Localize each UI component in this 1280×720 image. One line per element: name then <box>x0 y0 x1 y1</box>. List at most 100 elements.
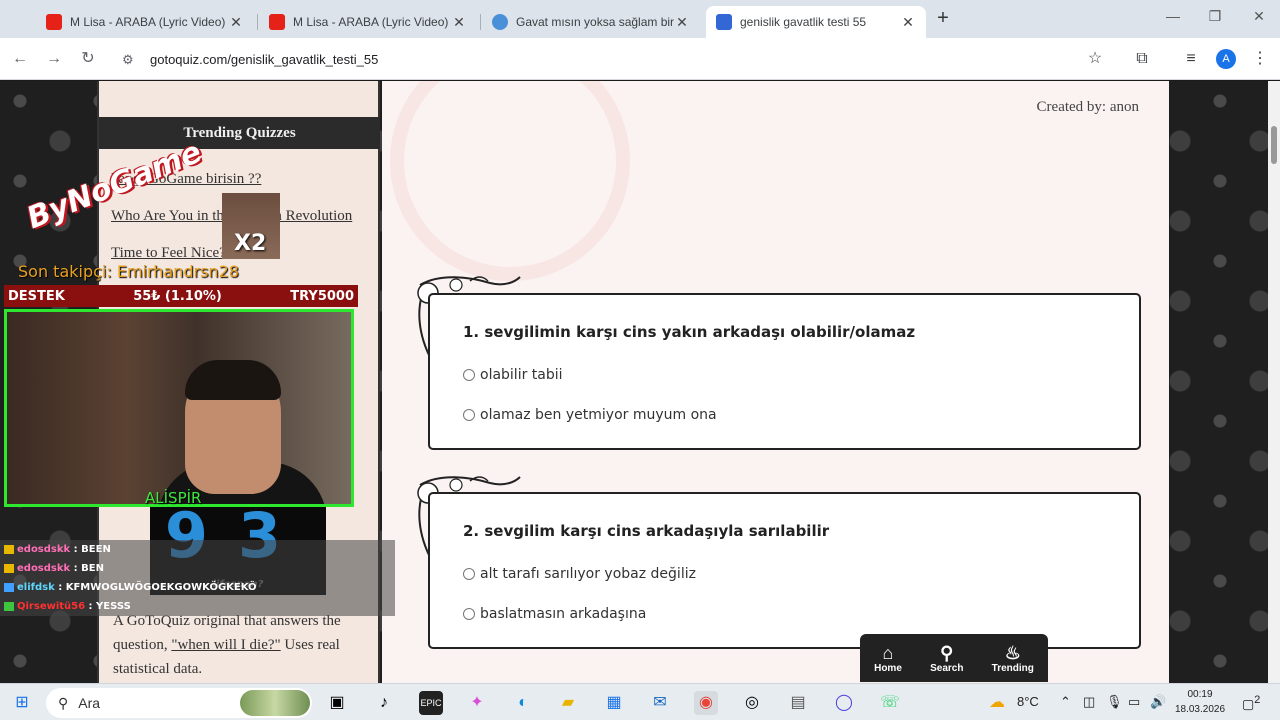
search-button[interactable]: ⚲ Search <box>930 643 963 674</box>
tab-active[interactable]: genislik gavatlik testi 55 ✕ <box>706 6 926 38</box>
whatsapp-icon[interactable]: ☏ <box>878 691 902 715</box>
answer-option[interactable]: olamaz ben yetmiyor muyum ona <box>463 407 717 423</box>
option-label: olabilir tabii <box>480 367 563 383</box>
task-view-icon[interactable]: ▣ <box>325 691 349 715</box>
clock-date: 18.03.2026 <box>1174 704 1226 715</box>
menu-icon[interactable]: ⋮ <box>1249 48 1271 70</box>
restore-icon[interactable]: ❐ <box>1200 8 1230 25</box>
question-title: 1. sevgilimin karşı cins yakın arkadaşı … <box>463 323 916 341</box>
answer-option[interactable]: olabilir tabii <box>463 367 563 383</box>
question-card: 2. sevgilim karşı cins arkadaşıyla sarıl… <box>428 492 1141 649</box>
radio-button[interactable] <box>463 568 475 580</box>
back-icon[interactable]: ← <box>9 48 31 70</box>
search-icon: ⚲ <box>940 642 954 663</box>
home-icon: ⌂ <box>882 642 894 663</box>
close-icon[interactable]: ✕ <box>451 14 467 31</box>
windows-start-icon[interactable]: ⊞ <box>10 691 34 715</box>
site-info-icon[interactable]: ⚙ <box>122 52 138 67</box>
desc-link[interactable]: "when will I die?" <box>171 637 280 653</box>
tab-title: M Lisa - ARABA (Lyric Video) - Y <box>293 15 451 29</box>
trending-title: Trending Quizzes <box>99 117 380 149</box>
decor-ring <box>390 81 630 281</box>
show-hidden-icons-icon[interactable]: ⌃ <box>1060 694 1071 710</box>
answer-option[interactable]: alt tarafı sarılıyor yobaz değiliz <box>463 566 696 582</box>
tab-3[interactable]: Gavat mısın yoksa sağlam bir g ✕ <box>482 6 700 38</box>
youtube-icon <box>269 14 285 30</box>
trending-list: hangi GoGame birisin ?? Who Are You in t… <box>105 161 371 272</box>
file-explorer-icon[interactable]: ▰ <box>556 691 580 715</box>
scroll-thumb[interactable] <box>1271 126 1277 164</box>
microphone-icon[interactable]: 🎙 <box>1106 694 1123 710</box>
page-scrollbar[interactable] <box>1268 81 1280 683</box>
tab-title: M Lisa - ARABA (Lyric Video) - Y <box>70 15 228 29</box>
address-bar: ← → ↻ ⚙ gotoquiz.com/genislik_gavatlik_t… <box>0 38 1280 80</box>
profile-avatar[interactable]: A <box>1216 49 1236 69</box>
bookmark-star-icon[interactable]: ☆ <box>1084 48 1106 70</box>
search-highlight-image <box>240 690 310 716</box>
temperature: 8°C <box>1017 694 1039 709</box>
trending-link[interactable]: Time to Feel Nice? <box>105 235 371 272</box>
left-sidebar: Trending Quizzes hangi GoGame birisin ??… <box>97 81 380 683</box>
taskbar-search-placeholder: Ara <box>78 695 101 711</box>
trending-link[interactable]: hangi GoGame birisin ?? <box>105 161 371 198</box>
created-by: Created by: anon <box>1036 99 1139 115</box>
youtube-icon <box>46 14 62 30</box>
trending-button[interactable]: ♨ Trending <box>992 643 1034 674</box>
question-title: 2. sevgilim karşı cins arkadaşıyla sarıl… <box>463 522 830 540</box>
home-label: Home <box>874 662 902 674</box>
answer-option[interactable]: baslatmasın arkadaşına <box>463 606 646 622</box>
home-button[interactable]: ⌂ Home <box>874 643 902 674</box>
obs-icon[interactable]: ◎ <box>740 691 764 715</box>
close-icon[interactable]: ✕ <box>674 14 690 31</box>
reload-icon[interactable]: ↻ <box>77 48 99 70</box>
extensions-icon[interactable]: ⧉ <box>1131 48 1153 70</box>
store-icon[interactable]: ▦ <box>602 691 626 715</box>
url-field[interactable]: ⚙ gotoquiz.com/genislik_gavatlik_testi_5… <box>110 44 1114 74</box>
app-icon[interactable]: ◯ <box>832 691 856 715</box>
radio-button[interactable] <box>463 409 475 421</box>
notifications-icon[interactable]: ▢2 <box>1242 694 1260 712</box>
volume-icon[interactable]: 🔊 <box>1150 694 1166 710</box>
search-icon: ⚲ <box>58 694 69 711</box>
taskbar-search[interactable]: ⚲ Ara <box>46 688 312 718</box>
calculator-icon[interactable]: ▤ <box>786 691 810 715</box>
tab-title: genislik gavatlik testi 55 <box>740 15 867 29</box>
url-text: gotoquiz.com/genislik_gavatlik_testi_55 <box>150 51 379 67</box>
clock-time: 00:19 <box>1187 689 1213 700</box>
quiz-main: Created by: anon 1. sevgilimin karşı cin… <box>382 81 1169 683</box>
quick-nav-bar: ⌂ Home ⚲ Search ♨ Trending <box>860 634 1048 682</box>
tab-2[interactable]: M Lisa - ARABA (Lyric Video) - Y ✕ <box>259 6 477 38</box>
question-card: 1. sevgilimin karşı cins yakın arkadaşı … <box>428 293 1141 450</box>
tab-1[interactable]: M Lisa - ARABA (Lyric Video) - Y ✕ <box>36 6 254 38</box>
close-window-icon[interactable]: ✕ <box>1244 8 1274 25</box>
edge-icon[interactable]: ◐ <box>511 691 535 715</box>
notification-count: 2 <box>1254 694 1261 706</box>
flame-icon: ♨ <box>1004 642 1021 663</box>
media-control-icon[interactable]: ≡ <box>1180 48 1202 70</box>
radio-button[interactable] <box>463 608 475 620</box>
outlook-icon[interactable]: ✉ <box>648 691 672 715</box>
option-label: olamaz ben yetmiyor muyum ona <box>480 407 717 423</box>
option-label: alt tarafı sarılıyor yobaz değiliz <box>480 566 696 582</box>
new-tab-button[interactable]: + <box>932 8 954 30</box>
tiktok-icon[interactable]: ♪ <box>372 691 396 715</box>
web-page: Trending Quizzes hangi GoGame birisin ??… <box>0 81 1280 683</box>
taskbar: ⊞ ⚲ Ara ▣ ♪ EPIC ✦ ◐ ▰ ▦ ✉ ◉ ◎ ▤ ◯ ☏ ☁ 8… <box>0 683 1280 720</box>
tab-title: Gavat mısın yoksa sağlam bir g <box>516 15 674 29</box>
search-label: Search <box>930 662 964 674</box>
radio-button[interactable] <box>463 369 475 381</box>
epic-games-icon[interactable]: EPIC <box>419 691 443 715</box>
forward-icon[interactable]: → <box>43 48 65 70</box>
option-label: baslatmasın arkadaşına <box>480 606 647 622</box>
trending-label: Trending <box>991 662 1034 674</box>
trending-link[interactable]: Who Are You in the Russian Revolution <box>105 198 371 235</box>
tray-icon[interactable]: ◫ <box>1083 694 1095 710</box>
network-icon[interactable]: ▭ <box>1128 694 1140 710</box>
close-icon[interactable]: ✕ <box>228 14 244 31</box>
close-icon[interactable]: ✕ <box>900 14 916 31</box>
site-icon <box>492 14 508 30</box>
system-clock[interactable]: 00:19 18.03.2026 <box>1172 687 1228 717</box>
chrome-icon[interactable]: ◉ <box>694 691 718 715</box>
copilot-icon[interactable]: ✦ <box>465 691 489 715</box>
minimize-icon[interactable]: — <box>1158 8 1188 24</box>
